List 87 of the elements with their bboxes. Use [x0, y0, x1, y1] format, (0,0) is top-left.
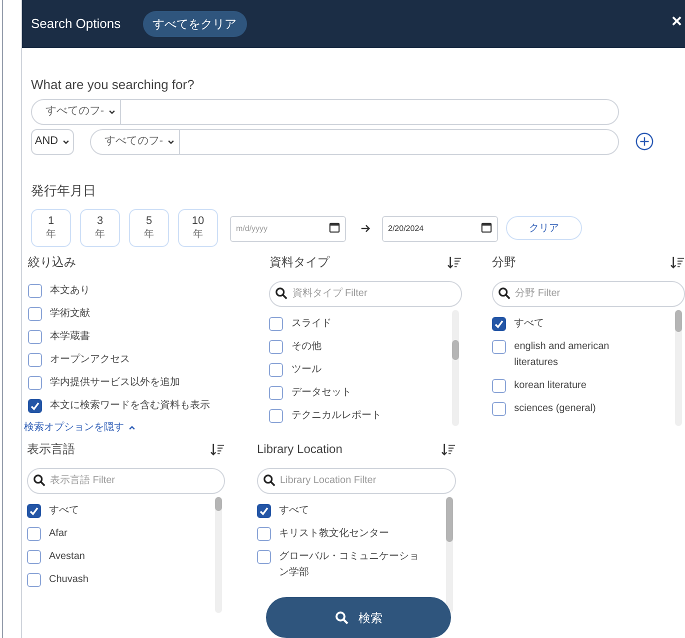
- sort-icon[interactable]: [670, 256, 685, 268]
- checkbox-label: 学術文献: [50, 306, 90, 320]
- chevron-up-icon: [128, 424, 136, 432]
- checkbox[interactable]: [27, 550, 41, 564]
- search-button[interactable]: 検索: [266, 597, 451, 638]
- year-range-button[interactable]: 10 年: [178, 209, 218, 247]
- checkbox-label: 本文あり: [50, 284, 90, 298]
- checkbox-label: Avestan: [49, 550, 85, 564]
- checkbox[interactable]: [269, 340, 284, 354]
- filter-field[interactable]: 分野 Filter: [492, 280, 685, 306]
- calendar-icon: [481, 222, 492, 233]
- checkbox-label: 本文に検索ワードを含む資料も表示: [50, 398, 210, 412]
- checkbox-label: Afar: [49, 526, 68, 540]
- checkbox-label: グローバル・コミュニケーション学部: [279, 550, 419, 580]
- year-range-button[interactable]: 5 年: [129, 209, 169, 247]
- sort-icon[interactable]: [447, 256, 462, 268]
- filter-field[interactable]: Library Location Filter: [257, 468, 456, 494]
- checkbox-label: キリスト教文化センター: [279, 526, 389, 540]
- checkbox-label: すべて: [49, 504, 79, 518]
- checkbox-label: korean literature: [514, 378, 586, 392]
- facet-title: 資料タイプ: [269, 254, 330, 271]
- checkbox-label: ツール: [291, 362, 322, 376]
- checkbox-label: すべて: [279, 504, 309, 518]
- checkbox[interactable]: [28, 398, 42, 412]
- checkbox[interactable]: [28, 376, 42, 390]
- checkbox[interactable]: [28, 306, 42, 320]
- checkbox[interactable]: [269, 386, 284, 400]
- checkbox-label: データセット: [291, 386, 352, 400]
- checkbox[interactable]: [492, 316, 506, 330]
- search-icon: [275, 287, 288, 300]
- panel-title: Search Options: [31, 15, 121, 34]
- search-icon: [498, 287, 512, 300]
- filter-field[interactable]: 資料タイプ Filter: [269, 280, 462, 306]
- checkbox-label: english and american literatures: [514, 340, 610, 370]
- search-icon: [263, 474, 276, 487]
- facet-title: 分野: [492, 254, 516, 271]
- year-range-button[interactable]: 3 年: [80, 209, 120, 247]
- clear-all-button[interactable]: すべてをクリア: [142, 11, 247, 37]
- section-heading: What are you searching for?: [31, 76, 196, 94]
- checkbox-label: スライド: [291, 316, 332, 330]
- scrollbar[interactable]: [452, 310, 460, 426]
- checkbox-label: テクニカルレポート: [291, 408, 382, 422]
- checkbox[interactable]: [492, 402, 506, 416]
- checkbox[interactable]: [269, 316, 284, 330]
- operator-select[interactable]: AND: [31, 128, 74, 154]
- checkbox[interactable]: [28, 284, 42, 298]
- scrollbar[interactable]: [675, 310, 682, 426]
- section-heading: 発行年月日: [31, 182, 97, 200]
- facet-title: 表示言語: [27, 441, 75, 458]
- search-icon: [33, 474, 46, 487]
- checkbox[interactable]: [257, 504, 271, 518]
- hide-options-link[interactable]: 検索オプションを隠す: [24, 420, 240, 435]
- checkbox-label: sciences (general): [514, 402, 596, 416]
- add-row-icon[interactable]: [635, 132, 654, 151]
- checkbox[interactable]: [269, 408, 284, 422]
- date-field[interactable]: 2/20/2024: [382, 216, 498, 242]
- checkbox-label: オープンアクセス: [50, 352, 130, 366]
- chevron-icon: [62, 138, 70, 146]
- clear-dates-button[interactable]: クリア: [506, 216, 582, 240]
- checkbox-label: その他: [291, 340, 322, 354]
- scrollbar[interactable]: [215, 497, 222, 613]
- sort-icon[interactable]: [441, 442, 456, 456]
- close-button[interactable]: ×: [671, 12, 682, 30]
- checkbox[interactable]: [27, 526, 41, 540]
- search-icon: [334, 610, 348, 624]
- facet-title: Library Location: [257, 441, 342, 458]
- checkbox[interactable]: [257, 550, 271, 564]
- checkbox-label: 本学蔵書: [50, 330, 90, 344]
- checkbox[interactable]: [257, 526, 271, 540]
- facet-title: 絞り込み: [28, 254, 76, 271]
- checkbox-label: 学内提供サービス以外を追加: [50, 376, 180, 390]
- scrollbar[interactable]: [446, 497, 453, 613]
- date-field[interactable]: m/d/yyyy: [230, 216, 346, 242]
- checkbox[interactable]: [269, 362, 284, 376]
- filter-field[interactable]: 表示言語 Filter: [27, 468, 225, 494]
- checkbox[interactable]: [28, 352, 42, 366]
- checkbox[interactable]: [492, 340, 506, 354]
- checkbox[interactable]: [27, 572, 41, 586]
- checkbox-label: すべて: [514, 316, 544, 330]
- calendar-icon: [329, 222, 340, 233]
- sort-icon[interactable]: [210, 442, 225, 456]
- year-range-button[interactable]: 1 年: [31, 209, 71, 247]
- right-arrow-icon: [360, 222, 371, 234]
- checkbox[interactable]: [28, 330, 42, 344]
- checkbox[interactable]: [492, 378, 506, 392]
- checkbox[interactable]: [27, 504, 41, 518]
- checkbox-label: Chuvash: [49, 572, 88, 586]
